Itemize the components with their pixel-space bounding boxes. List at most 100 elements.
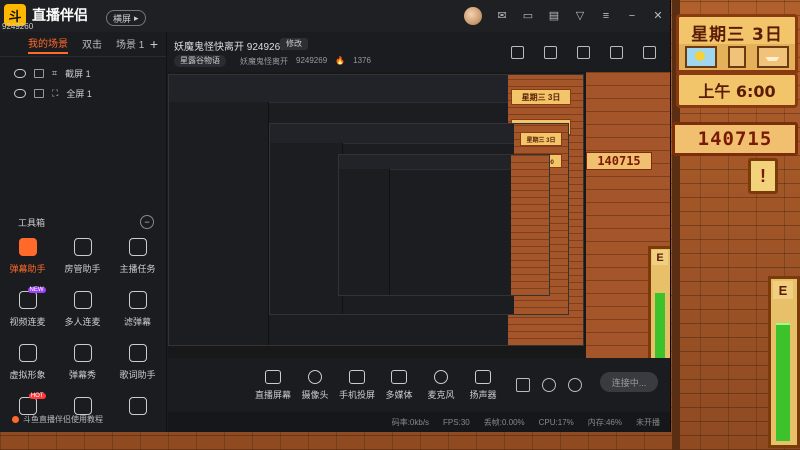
media-button[interactable]: 多媒体 [378, 369, 420, 401]
status-bar: 码率:0kb/s FPS:30 丢帧:0.00% CPU:17% 内存:46% … [168, 412, 670, 432]
preview-energy-bar: E [648, 246, 670, 358]
preview-toggle-icon[interactable] [542, 378, 556, 392]
tool-room-manager[interactable]: 房管助手 [55, 238, 110, 275]
tool-lyrics-assistant[interactable]: 歌词助手 [110, 344, 165, 381]
camera-icon [308, 369, 322, 384]
stream-preview[interactable]: 星期三 3日 上午 6:00 星期三 3日 上午 6:00 140715 E [168, 72, 670, 358]
skin-icon[interactable]: ▽ [574, 10, 586, 22]
tab-my-scenes[interactable]: 我的场景 [28, 35, 68, 54]
left-panel: 我的场景 双击 场景 1 + ⌗ 截屏 1 ⛶ 全屏 1 工具箱 − 弹幕助手 … [0, 32, 167, 432]
tool-hot[interactable]: HOT [0, 393, 55, 415]
lock-icon[interactable] [34, 88, 44, 98]
source-item[interactable]: ⛶ 全屏 1 [0, 83, 166, 103]
notification-icon[interactable]: ▭ [522, 10, 534, 22]
tool-streamer-tasks[interactable]: 主播任务 [110, 238, 165, 275]
unlock-icon[interactable] [544, 46, 557, 59]
title-bar-actions: ✉ ▭ ▤ ▽ ≡ − ✕ [464, 7, 664, 25]
speaker-button[interactable]: 扬声器 [462, 369, 504, 401]
home-icon [128, 397, 147, 415]
fullscreen-icon: ⛶ [52, 87, 59, 98]
nested-left-panel [339, 169, 391, 295]
settings-menu-icon[interactable]: ≡ [600, 10, 612, 22]
tool-label: 多人连麦 [64, 317, 101, 327]
tool-label: 弹幕助手 [9, 264, 46, 274]
fire-icon: 🔥 [335, 56, 346, 65]
close-icon[interactable]: ✕ [652, 10, 664, 22]
source-item[interactable]: ⌗ 截屏 1 [0, 63, 166, 83]
new-badge: NEW [27, 287, 46, 293]
user-avatar[interactable] [464, 7, 482, 25]
edit-room-button[interactable]: 修改 [280, 38, 308, 50]
bell-icon[interactable] [610, 46, 623, 59]
start-live-button[interactable]: 连接中... [600, 372, 658, 392]
record-icon[interactable] [516, 378, 530, 392]
nested-capture-3 [338, 154, 550, 296]
phone-icon [349, 369, 365, 384]
button-label: 直播屏幕 [254, 389, 291, 400]
tool-multi-link[interactable]: 多人连麦 [55, 291, 110, 328]
tool-danmu-show[interactable]: 弹幕秀 [55, 344, 110, 381]
visibility-eye-icon[interactable] [14, 88, 26, 98]
crop-icon: ⌗ [52, 67, 58, 78]
nested-day-label: 星期三 3日 [511, 89, 571, 105]
fps-status: FPS:30 [443, 417, 470, 427]
tool-label: 弹幕秀 [68, 370, 96, 380]
bitrate-status: 码率:0kb/s [391, 417, 430, 427]
category-tag[interactable]: 星露谷物语 [174, 55, 226, 67]
nested-capture-2: 星期三 3日 上午 6:00 [269, 123, 569, 315]
microphone-button[interactable]: 麦克风 [420, 369, 462, 401]
media-icon [391, 369, 407, 384]
lock-scene-icon[interactable] [577, 46, 590, 59]
room-id-badge: 9249260 [2, 22, 34, 31]
nested-capture-1: 星期三 3日 上午 6:00 星期三 3日 上午 6:00 [168, 74, 584, 346]
tool-download[interactable] [55, 397, 110, 415]
add-scene-button[interactable]: + [150, 36, 158, 52]
nested-day-label: 星期三 3日 [520, 132, 562, 146]
collapse-toolbox-button[interactable]: − [140, 215, 154, 229]
tool-danmu-assistant[interactable]: 弹幕助手 [0, 238, 55, 275]
room-actions [511, 46, 656, 59]
orientation-mode-button[interactable]: 横屏 ▸ [106, 10, 146, 26]
festival-icon [757, 46, 790, 68]
phone-cast-button[interactable]: 手机投屏 [336, 369, 378, 401]
preview-money-counter: 140715 [586, 152, 652, 170]
tool-video-link[interactable]: NEW 视频连麦 [0, 287, 55, 328]
room-number: 9249269 [296, 56, 328, 65]
danmu-show-icon [73, 344, 92, 362]
source-label: 截屏 1 [65, 68, 91, 79]
message-icon[interactable]: ✉ [496, 10, 508, 22]
nested-left-panel [270, 143, 343, 314]
task-icon [128, 238, 147, 256]
tutorial-label: 斗鱼直播伴侣使用教程 [23, 415, 103, 424]
settings-gear-icon[interactable] [568, 378, 582, 392]
gift-box-icon[interactable] [511, 46, 524, 59]
save-icon[interactable]: ▤ [548, 10, 560, 22]
tool-label: 房管助手 [64, 264, 101, 274]
minimize-icon[interactable]: − [626, 10, 638, 22]
toolbox-title: 工具箱 [18, 217, 46, 228]
button-label: 麦克风 [427, 389, 455, 400]
virtual-avatar-icon [18, 344, 37, 362]
screen-capture-button[interactable]: 直播屏幕 [252, 369, 294, 401]
share-icon[interactable] [643, 46, 656, 59]
video-link-icon: NEW [18, 287, 46, 309]
tool-label: 视频连麦 [9, 317, 46, 327]
toolbox-header: 工具箱 − [0, 212, 166, 232]
visibility-eye-icon[interactable] [14, 68, 26, 78]
gift-icon: HOT [18, 393, 46, 415]
tool-virtual-avatar[interactable]: 虚拟形象 [0, 344, 55, 381]
lock-icon[interactable] [34, 68, 44, 78]
tool-home[interactable] [110, 397, 165, 415]
energy-bar: E [768, 276, 800, 448]
tab-scene-1[interactable]: 场景 1 [116, 36, 144, 53]
multi-link-icon [73, 291, 92, 309]
danmu-icon [18, 238, 37, 256]
tutorial-link[interactable]: 斗鱼直播伴侣使用教程 [12, 414, 103, 425]
scene-tabs: 我的场景 双击 场景 1 [0, 32, 166, 57]
streamer-name: 妖魔鬼怪离开 [240, 57, 288, 66]
camera-button[interactable]: 摄像头 [294, 369, 336, 401]
tab-double-click[interactable]: 双击 [82, 36, 102, 53]
tool-read-danmu[interactable]: 滤弹幕 [110, 291, 165, 328]
memory-status: 内存:46% [587, 417, 622, 427]
game-time-label: 上午 6:00 [676, 72, 798, 108]
